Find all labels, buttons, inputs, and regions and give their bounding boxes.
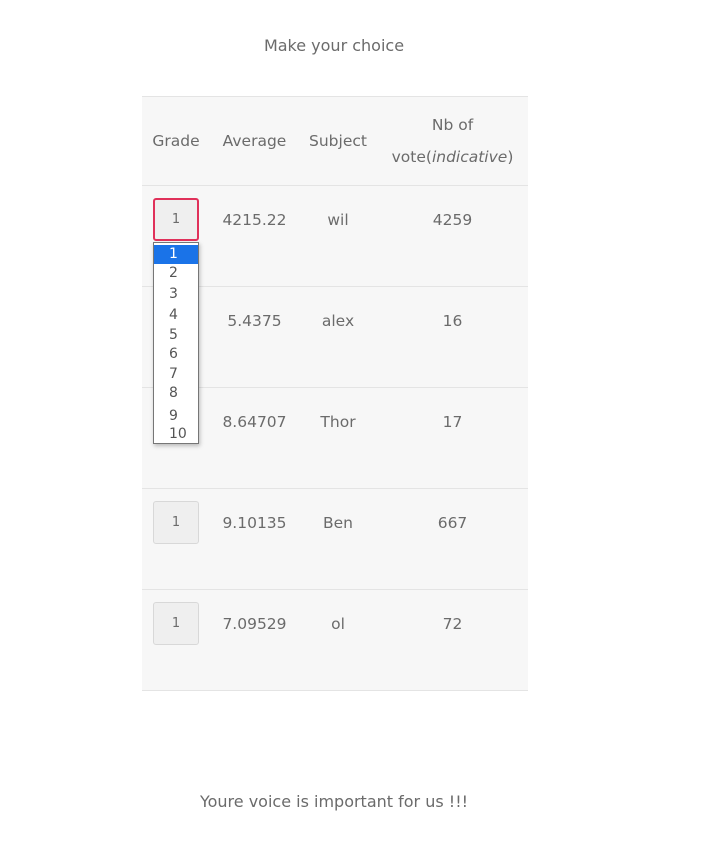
table-row: 1 5.4375 alex 16 [142, 286, 528, 388]
dropdown-option[interactable]: 4 [154, 306, 198, 325]
subject-value: wil [327, 211, 349, 229]
average-cell: 9.10135 [210, 488, 299, 590]
header-subject: Subject [299, 97, 377, 186]
votes-cell: 17 [377, 387, 528, 489]
subject-cell: alex [299, 286, 377, 388]
dropdown-option[interactable]: 5 [154, 326, 198, 345]
footer-message: Youre voice is important for us !!! [199, 792, 469, 811]
dropdown-option[interactable]: 6 [154, 345, 198, 364]
grade-select[interactable]: 1 [153, 501, 199, 544]
votes-cell: 72 [377, 589, 528, 691]
header-votes: Nb of vote(indicative) [377, 97, 528, 186]
average-cell: 7.09529 [210, 589, 299, 691]
table-row: 1 8.64707 Thor 17 [142, 387, 528, 489]
header-grade: Grade [142, 97, 210, 186]
subject-value: ol [331, 615, 345, 633]
votes-cell: 667 [377, 488, 528, 590]
table-header-row: Grade Average Subject Nb of vote(indicat… [142, 97, 528, 186]
votes-value: 17 [442, 413, 463, 431]
header-votes-line1: Nb of [431, 116, 474, 134]
subject-value: Ben [323, 514, 353, 532]
dropdown-option[interactable]: 9 [154, 407, 198, 426]
subject-cell: ol [299, 589, 377, 691]
dropdown-option[interactable]: 1 [154, 245, 198, 264]
header-average: Average [210, 97, 299, 186]
grade-select[interactable]: 1 [153, 602, 199, 645]
page: Make your choice Grade Average Subject N… [0, 0, 725, 846]
grade-cell: 1 [142, 589, 210, 691]
dropdown-option[interactable]: 10 [154, 426, 198, 443]
votes-value: 4259 [432, 211, 473, 229]
header-votes-italic: indicative [431, 148, 508, 166]
table-row: 1 4215.22 wil 4259 [142, 185, 528, 287]
average-value: 5.4375 [227, 312, 282, 330]
average-value: 4215.22 [222, 211, 287, 229]
subject-cell: Ben [299, 488, 377, 590]
dropdown-option[interactable]: 3 [154, 285, 198, 304]
dropdown-option[interactable]: 2 [154, 264, 198, 283]
average-value: 7.09529 [222, 615, 287, 633]
grade-cell: 1 [142, 488, 210, 590]
table-row: 1 7.09529 ol 72 [142, 589, 528, 691]
header-votes-suffix: ) [507, 148, 514, 166]
subject-cell: wil [299, 185, 377, 287]
average-value: 8.64707 [222, 413, 287, 431]
average-cell: 4215.22 [210, 185, 299, 287]
votes-cell: 4259 [377, 185, 528, 287]
header-votes-prefix: vote( [391, 148, 432, 166]
page-heading: Make your choice [263, 36, 405, 55]
dropdown-option[interactable]: 7 [154, 365, 198, 384]
vote-table-container: Grade Average Subject Nb of vote(indicat… [142, 96, 528, 691]
table-row: 1 9.10135 Ben 667 [142, 488, 528, 590]
votes-value: 667 [437, 514, 468, 532]
grade-select[interactable]: 1 [153, 198, 199, 241]
vote-table: Grade Average Subject Nb of vote(indicat… [142, 97, 528, 691]
votes-cell: 16 [377, 286, 528, 388]
votes-value: 72 [442, 615, 463, 633]
average-cell: 5.4375 [210, 286, 299, 388]
subject-cell: Thor [299, 387, 377, 489]
dropdown-option[interactable]: 8 [154, 384, 198, 403]
subject-value: alex [321, 312, 355, 330]
grade-dropdown-list[interactable]: 1 2 3 4 5 6 7 8 9 10 [153, 242, 199, 444]
average-value: 9.10135 [222, 514, 287, 532]
average-cell: 8.64707 [210, 387, 299, 489]
votes-value: 16 [442, 312, 463, 330]
subject-value: Thor [320, 413, 356, 431]
